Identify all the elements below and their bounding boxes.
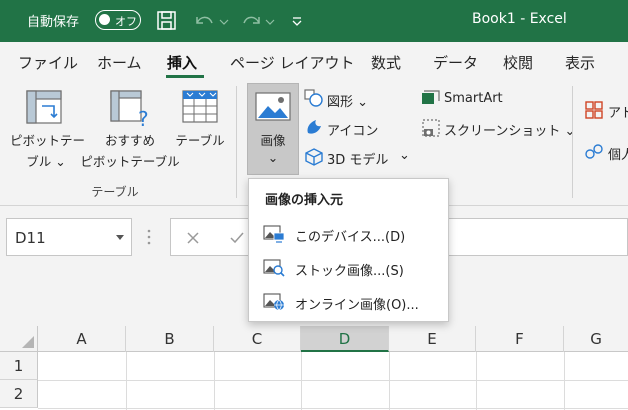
table-icon (182, 90, 218, 123)
3d-models-chevron[interactable]: ⌄ (399, 148, 410, 163)
image-chevron: ⌄ (267, 150, 279, 165)
icons-icon (307, 120, 321, 134)
select-all-triangle-icon (22, 336, 34, 348)
enter-icon[interactable] (229, 230, 245, 246)
insert-picture-menu: 画像の挿入元 このデバイス...(D) ストック画像...(S) オンライン画像… (248, 178, 449, 322)
tab-review[interactable]: 校閲 (503, 52, 533, 73)
name-box-value: D11 (15, 229, 46, 247)
menu-item-online-pictures-label: オンライン画像(O)... (295, 298, 419, 313)
column-header-row: A B C D E F G (0, 326, 628, 352)
column-gridline (214, 352, 215, 410)
tab-data[interactable]: データ (433, 52, 478, 73)
autosave-label: 自動保存 (27, 15, 80, 30)
stock-picture-icon (263, 259, 285, 277)
row-header-1[interactable]: 1 (0, 352, 38, 380)
personal-addins-button[interactable]: 個人 (608, 144, 628, 163)
recommended-pivot-icon: ? (110, 90, 149, 128)
smartart-button[interactable]: SmartArt (444, 91, 503, 106)
group-label-tables: テーブル (91, 185, 139, 199)
select-all-button[interactable] (0, 326, 38, 352)
customize-toolbar-icon[interactable] (290, 9, 304, 33)
autosave-toggle[interactable]: オフ (95, 10, 141, 30)
column-header-g[interactable]: G (564, 326, 628, 352)
title-bar: 自動保存 オフ Book1 - Excel (0, 0, 628, 42)
recommended-pivot-label-2: ピボットテーブル (80, 154, 180, 169)
cancel-icon[interactable] (185, 230, 201, 246)
group-separator-2 (572, 86, 573, 198)
icons-button[interactable]: アイコン (327, 120, 378, 139)
group-separator (236, 86, 237, 198)
menu-item-this-device[interactable]: このデバイス...(D) (250, 218, 448, 250)
picture-icon (255, 92, 291, 121)
online-picture-icon (263, 293, 284, 311)
pivot-table-icon (26, 90, 62, 124)
column-header-d[interactable]: D (301, 326, 389, 352)
worksheet-grid[interactable]: A B C D E F G 1 2 (0, 326, 628, 410)
ribbon-tabs: ファイル ホーム 挿入 ページ レイアウト 数式 データ 校閲 表示 (0, 42, 628, 80)
menu-header: 画像の挿入元 (265, 193, 344, 208)
recommended-pivot-label-1: おすすめ (104, 133, 155, 148)
column-header-f[interactable]: F (476, 326, 564, 352)
active-tab-indicator (166, 75, 204, 78)
image-label: 画像 (260, 133, 286, 148)
tab-insert[interactable]: 挿入 (167, 52, 197, 73)
autosave-toggle-state: オフ (115, 15, 137, 28)
svg-text:?: ? (138, 107, 149, 128)
column-header-b[interactable]: B (126, 326, 214, 352)
menu-item-this-device-label: このデバイス...(D) (295, 230, 406, 245)
tab-page-layout[interactable]: ページ レイアウト (230, 52, 354, 73)
redo-dropdown-icon[interactable] (264, 9, 276, 33)
column-header-c[interactable]: C (214, 326, 301, 352)
column-gridline (389, 352, 390, 410)
name-box[interactable]: D11 (6, 218, 132, 256)
pivot-table-label-1: ピボットテー (10, 133, 86, 148)
addins-button[interactable]: アド (608, 102, 628, 121)
column-gridline (126, 352, 127, 410)
image-button[interactable]: 画像 ⌄ (247, 83, 299, 175)
name-box-dropdown-icon[interactable] (116, 235, 124, 240)
screenshot-icon (422, 119, 440, 137)
column-gridline (301, 352, 302, 410)
tab-home[interactable]: ホーム (97, 52, 142, 73)
menu-item-online-pictures[interactable]: オンライン画像(O)... (250, 286, 448, 318)
shapes-icon (304, 89, 323, 107)
undo-icon[interactable] (192, 9, 218, 33)
menu-item-stock-images-label: ストック画像...(S) (295, 264, 404, 279)
save-icon[interactable] (156, 9, 178, 33)
3d-models-button[interactable]: 3D モデル (327, 149, 388, 168)
table-label: テーブル (175, 133, 225, 148)
column-gridline (564, 352, 565, 410)
shapes-button[interactable]: 図形 ⌄ (327, 91, 368, 110)
tab-view[interactable]: 表示 (565, 52, 595, 73)
tab-formulas[interactable]: 数式 (371, 52, 401, 73)
row-header-2[interactable]: 2 (0, 380, 38, 408)
drag-handle-icon[interactable] (146, 228, 152, 246)
undo-dropdown-icon[interactable] (218, 9, 230, 33)
column-header-a[interactable]: A (38, 326, 126, 352)
device-picture-icon (263, 225, 285, 243)
column-gridline (476, 352, 477, 410)
window-title: Book1 - Excel (472, 11, 567, 27)
addins-icon (585, 101, 603, 119)
3d-models-icon (305, 148, 323, 166)
column-header-e[interactable]: E (389, 326, 476, 352)
menu-item-stock-images[interactable]: ストック画像...(S) (250, 252, 448, 284)
screenshot-button[interactable]: スクリーンショット ⌄ (444, 120, 575, 139)
redo-icon[interactable] (238, 9, 264, 33)
smartart-icon (422, 90, 440, 104)
toggle-knob (99, 14, 110, 25)
personal-addins-icon (585, 144, 603, 159)
pivot-table-label-2: ブル ⌄ (26, 154, 66, 169)
tab-file[interactable]: ファイル (18, 52, 78, 73)
